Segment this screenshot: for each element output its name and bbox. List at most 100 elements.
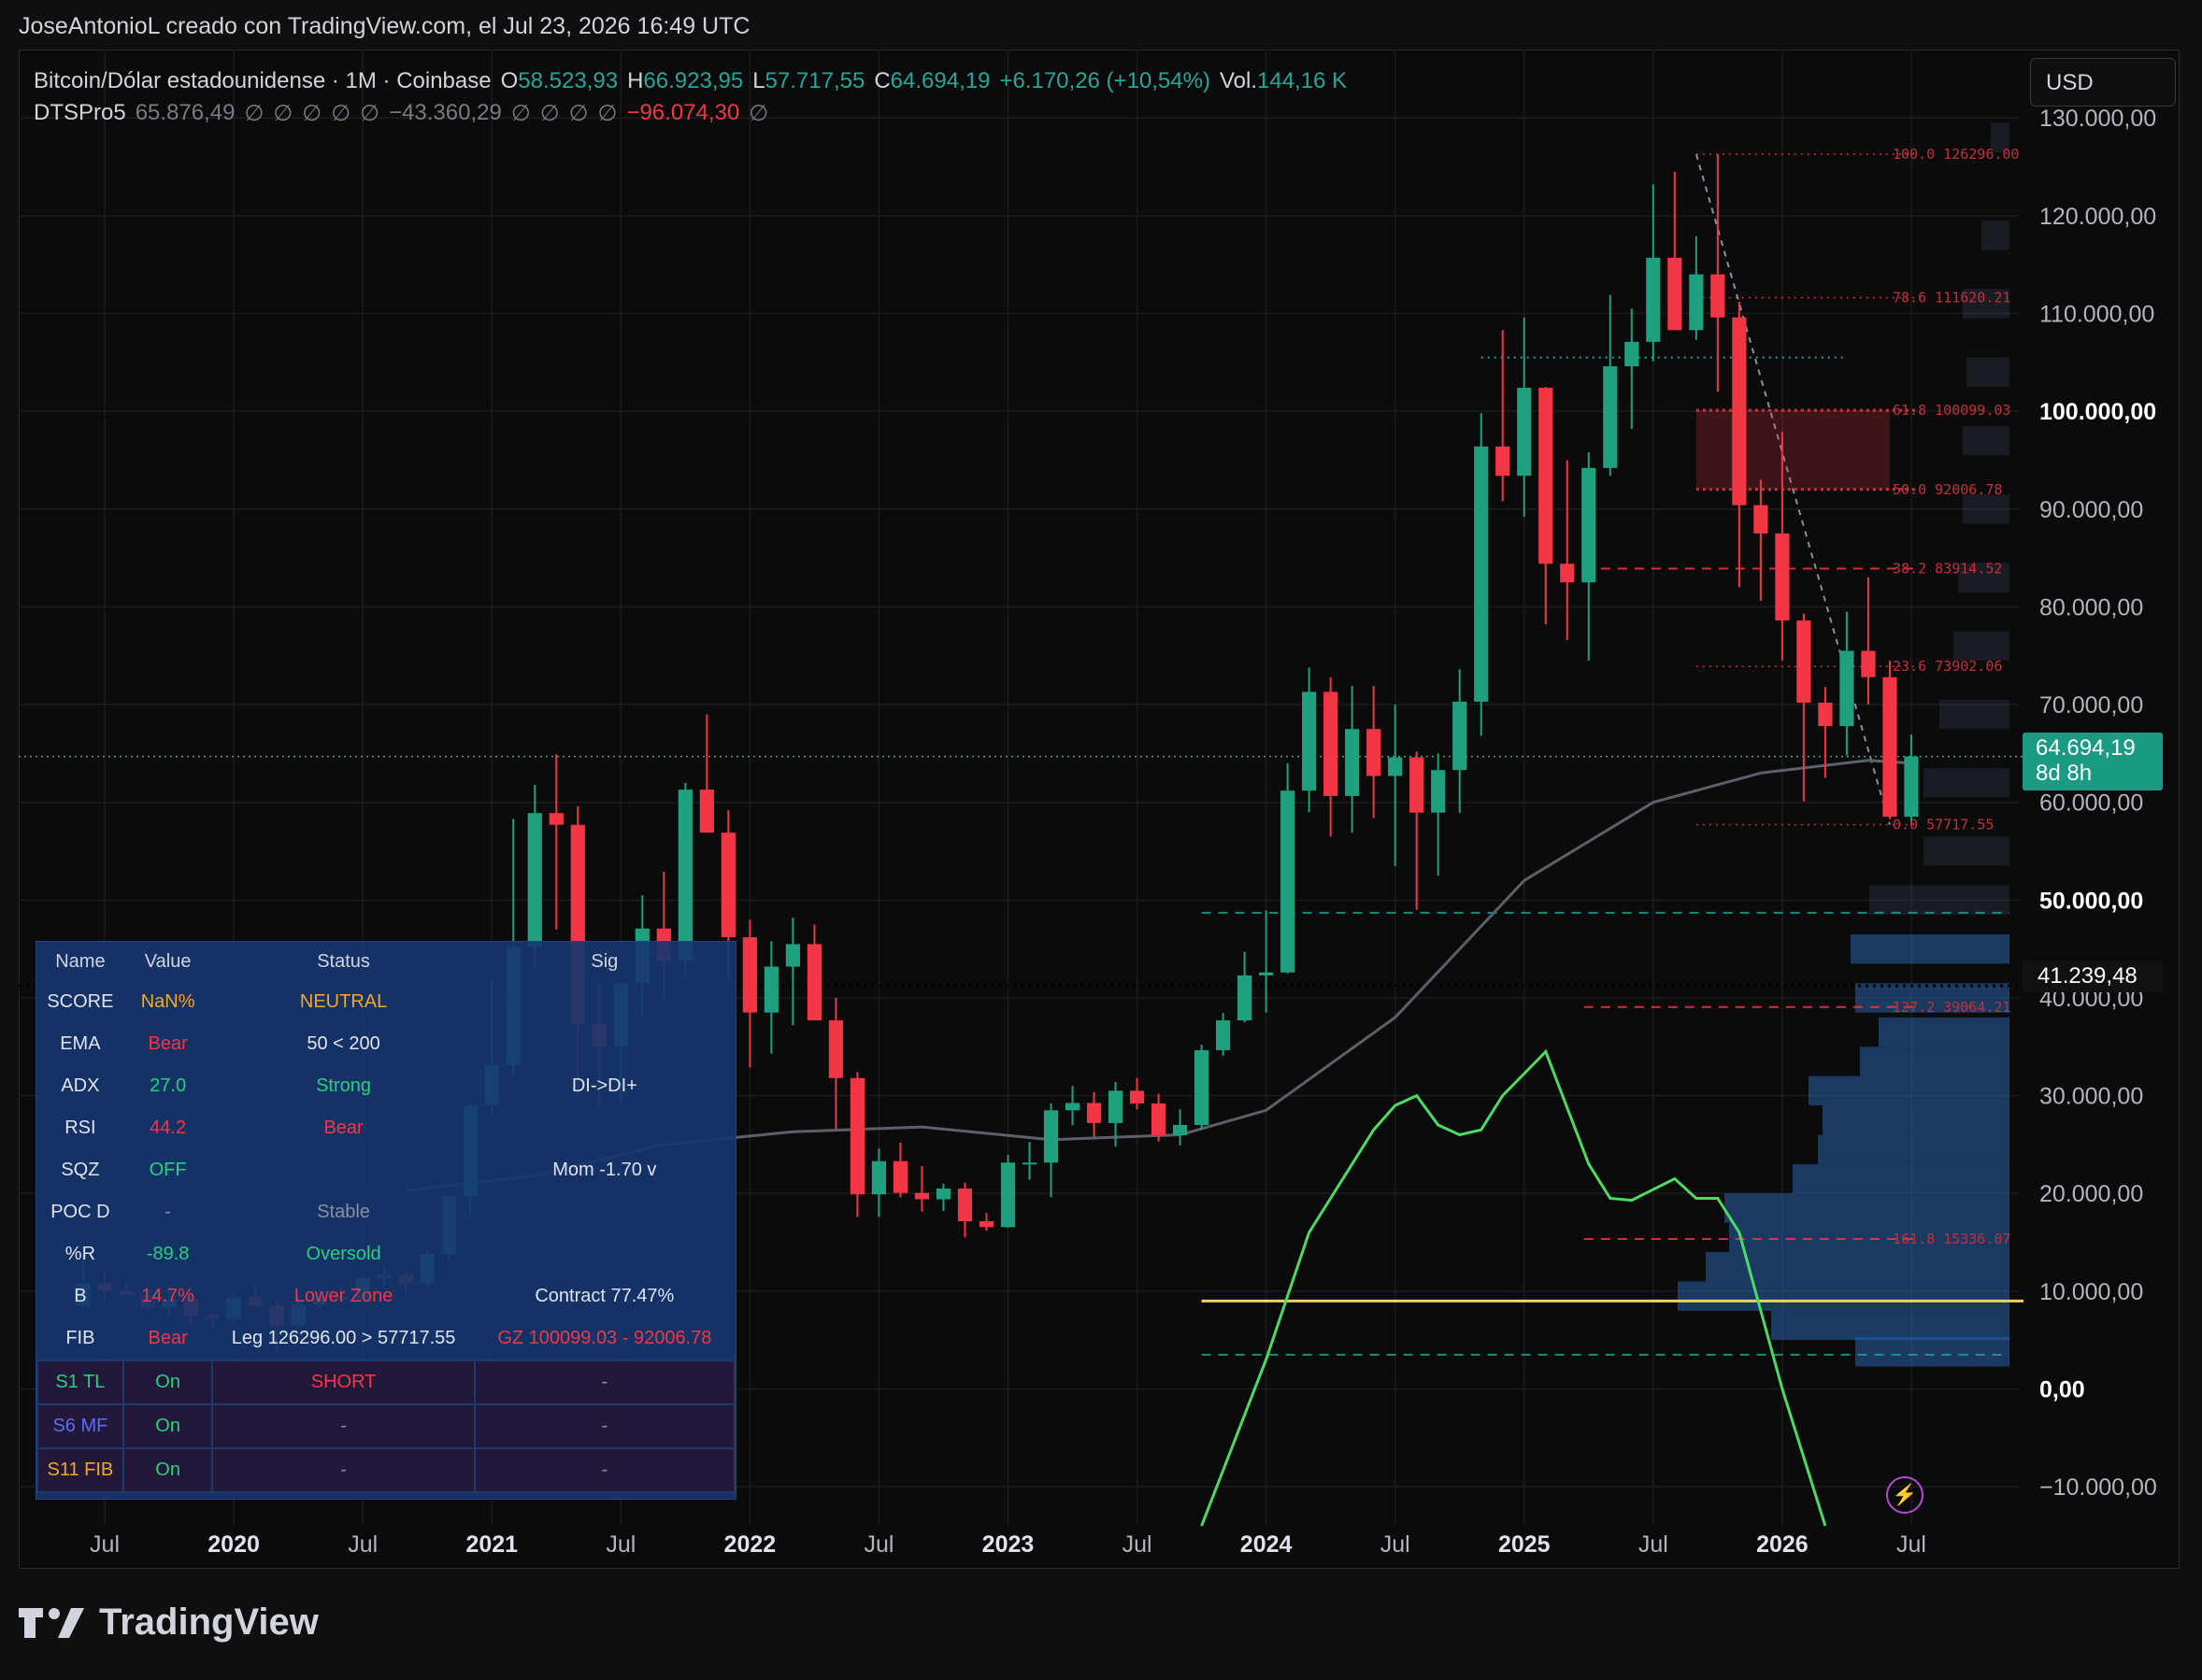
indicator-value-2: −43.360,29 [389,100,502,125]
row-value: 44.2 [150,1118,187,1138]
table-row: EMA Bear 50 < 200 [37,1023,735,1065]
row-value: Bear [148,1328,188,1348]
table-row: SCORE NaN% NEUTRAL [37,981,735,1023]
close-value: 64.694,19 [890,68,991,93]
indicator-value-1: 65.876,49 [135,100,236,125]
strategy-signal: - [473,1403,736,1449]
high-label: H [627,68,644,93]
candle-body [764,966,779,1013]
candle-body [1302,691,1317,791]
row-status: 50 < 200 [307,1033,380,1054]
lightning-icon[interactable]: ⚡ [1886,1476,1923,1514]
golden-zone [1695,410,1890,490]
row-signal: Mom -1.70 v [552,1160,657,1180]
candle-body [785,944,800,967]
x-axis-tick-label: 2020 [207,1531,260,1558]
strategy-state: On [122,1403,214,1449]
table-row: %R -89.8 Oversold [37,1233,735,1275]
candle-body [1581,467,1596,583]
volume-profile-bar [1923,836,2009,866]
candle-body [807,944,822,1021]
strategy-signal: - [473,1360,736,1405]
low-value: 57.717,55 [765,68,865,93]
volume-profile-bar [1963,494,2009,524]
currency-button[interactable]: USD [2030,58,2176,107]
row-value: -89.8 [146,1244,190,1264]
y-axis-tick-label: 50.000,00 [2039,888,2143,914]
strategy-row: S6 MF On - - [36,1403,736,1449]
golden-zone-box [1695,410,1890,490]
volume-profile-bar [1855,1337,2009,1367]
tv-logo-icon [19,1607,84,1638]
indicator-name[interactable]: DTSPro5 [34,100,126,126]
candle-body [527,813,542,947]
candle-body [1000,1162,1016,1228]
candle-body [871,1160,887,1195]
candle-body [1345,729,1360,796]
table-header-cell: Name [55,950,106,972]
symbol-label[interactable]: Bitcoin/Dólar estadounidense · 1M · Coin… [34,68,492,94]
candle-body [1151,1103,1166,1135]
y-axis-tick-label: 80.000,00 [2039,594,2143,620]
row-status: Stable [317,1202,370,1222]
row-signal [475,981,735,1023]
candle-body [1086,1103,1102,1123]
fib-level-label: 0.0 57717.55 [1893,817,1994,833]
volume-profile-bar [1793,1163,2009,1194]
empty-value-icon: ∅ [244,100,265,126]
candle-body [678,790,693,961]
y-axis-tick-label: 30.000,00 [2039,1084,2143,1110]
author-line: JoseAntonioL creado con TradingView.com,… [19,13,751,39]
empty-value-icon: ∅ [749,100,769,126]
strategy-status: - [211,1447,476,1493]
empty-value-icon: ∅ [510,100,531,126]
row-name: RSI [64,1118,96,1138]
fib-level-label: 161.8 15336.07 [1893,1231,2010,1247]
candle-body [1538,388,1553,564]
change-value: +6.170,26 (+10,54%) [999,68,1210,93]
row-signal: GZ 100099.03 - 92006.78 [497,1328,712,1348]
candle-body [1259,972,1274,975]
table-row: ADX 27.0 Strong DI->DI+ [37,1065,735,1107]
fib-level-label: 61.8 100099.03 [1893,402,2010,419]
candle-body [979,1221,994,1228]
close-label: C [874,68,891,93]
row-name: %R [64,1244,96,1264]
candle-body [1710,274,1725,318]
x-axis-tick-label: Jul [864,1531,894,1558]
candle-body [1603,366,1618,468]
candle-body [742,937,757,1013]
fib-level-label: 50.0 92006.78 [1893,481,2002,498]
candle-body [1194,1049,1209,1125]
candle-body [1667,257,1682,331]
volume-profile-bar [1818,1134,2009,1164]
volume-profile-bar [1953,631,2009,661]
x-axis-tick-label: 2022 [724,1531,777,1558]
row-signal: Contract 77.47% [535,1286,675,1306]
strategy-state: On [122,1447,214,1493]
strategy-row: S11 FIB On - - [36,1447,736,1493]
indicator-value-3: −96.074,30 [626,100,740,125]
row-signal [475,1023,735,1065]
volume-profile-bar [1823,1105,2009,1135]
table-header-cell: Status [317,950,370,972]
row-value: OFF [149,1160,187,1180]
candle-body [936,1189,951,1200]
candle-body [850,1077,865,1195]
row-status: Bear [323,1118,364,1138]
candle-body [721,833,736,938]
volume-profile-bar [1851,933,2009,964]
row-status: Strong [316,1075,372,1096]
table-row: FIB Bear Leg 126296.00 > 57717.55 GZ 100099… [37,1317,735,1360]
y-axis-tick-label: 120.000,00 [2039,204,2156,230]
x-axis-tick-label: Jul [1122,1531,1152,1558]
y-axis-tick-label: 60.000,00 [2039,790,2143,817]
candle-body [1732,317,1747,505]
candle-body [1366,729,1381,776]
empty-value-icon: ∅ [568,100,589,126]
tradingview-logo: TradingView [19,1602,319,1644]
volume-profile [1678,122,2009,1367]
volume-profile-bar [1678,1281,2009,1311]
candle-body [1861,650,1876,677]
candle-body [1065,1103,1080,1111]
